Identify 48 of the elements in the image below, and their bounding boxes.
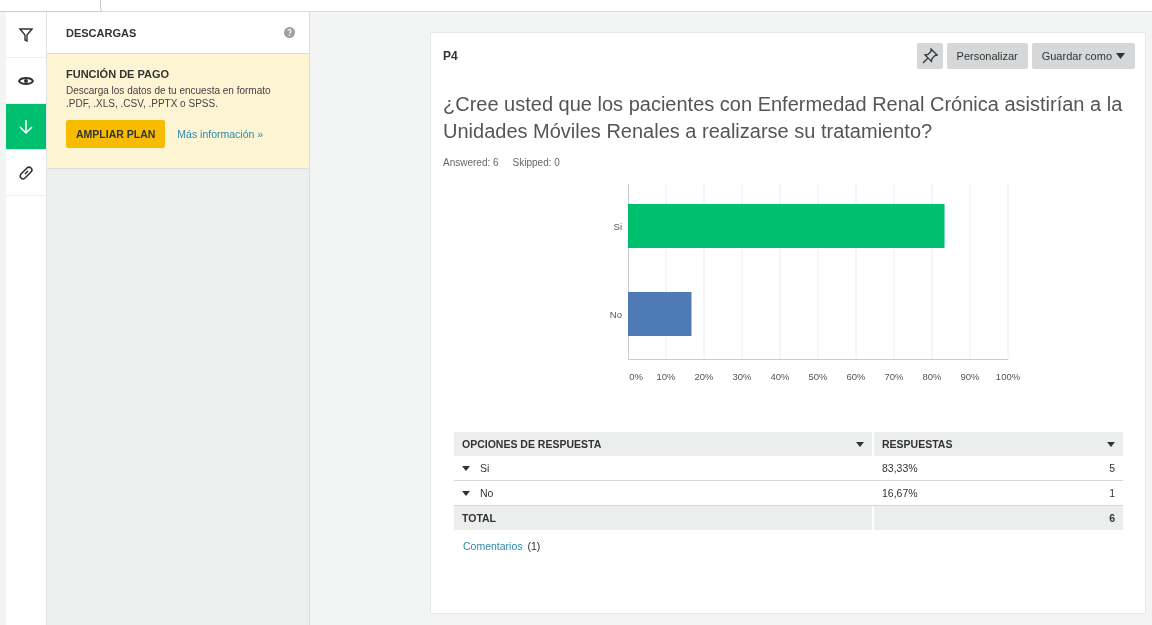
tick-label: 100%	[995, 371, 1021, 382]
tick-label: 40%	[770, 371, 790, 382]
table-cell: 83,33%	[882, 462, 918, 474]
tick-label: 90%	[960, 371, 980, 382]
category-label: No	[609, 309, 622, 320]
arrow-down-icon	[19, 118, 33, 135]
table-cell: 6	[1109, 512, 1115, 524]
notice-text: Descarga los datos de tu encuesta en formato .PDF, .XLS, .CSV, .PPTX o SPSS.	[66, 84, 272, 110]
tick-label: 80%	[922, 371, 942, 382]
customize-button[interactable]: Personalizar	[946, 43, 1028, 69]
caret-icon	[1116, 53, 1125, 59]
pin-icon	[921, 48, 938, 64]
link-icon	[18, 164, 34, 181]
caret-icon[interactable]	[462, 490, 470, 496]
pin-button[interactable]	[916, 43, 943, 69]
table-cell: No	[480, 487, 494, 499]
question-number: P4	[443, 49, 458, 63]
table-cell: 1	[1109, 487, 1115, 499]
tick-label: 20%	[694, 371, 714, 382]
tick-label: 60%	[846, 371, 866, 382]
comments-link[interactable]: Comentarios	[463, 540, 523, 552]
help-icon[interactable]	[284, 27, 295, 38]
notice-title: FUNCIÓN DE PAGO	[66, 68, 171, 80]
question-title: ¿Cree usted que los pacientes con Enfermedad Renal Crónica asistirían a la Unidades Móviles Renales a realizarse su tratamiento?	[443, 92, 1124, 144]
caret-icon[interactable]	[462, 465, 470, 471]
filter-icon	[19, 27, 33, 42]
eye-icon	[18, 74, 34, 87]
panel-title: DESCARGAS	[66, 26, 137, 39]
table-cell: TOTAL	[462, 512, 497, 524]
category-label: Si	[613, 221, 622, 232]
tick-label: 10%	[656, 371, 676, 382]
caret-icon	[856, 441, 864, 447]
tick-label: 50%	[808, 371, 828, 382]
tick-label: 30%	[732, 371, 752, 382]
caret-icon	[1107, 441, 1115, 447]
comments-count: (1)	[527, 540, 541, 552]
column-header[interactable]: OPCIONES DE RESPUESTA	[454, 432, 872, 456]
table-cell: 5	[1109, 462, 1115, 474]
more-info-link[interactable]: Más información »	[177, 128, 264, 140]
answered-count: Answered: 6	[443, 157, 499, 168]
tick-label: 70%	[884, 371, 904, 382]
upgrade-button[interactable]: AMPLIAR PLAN	[66, 120, 166, 148]
skipped-count: Skipped: 0	[512, 157, 560, 168]
table-cell: 16,67%	[882, 487, 918, 499]
tick-label: 0%	[629, 371, 643, 382]
column-header[interactable]: RESPUESTAS	[872, 432, 1123, 456]
save-as-button[interactable]: Guardar como	[1031, 43, 1135, 69]
table-cell: Si	[480, 462, 490, 474]
